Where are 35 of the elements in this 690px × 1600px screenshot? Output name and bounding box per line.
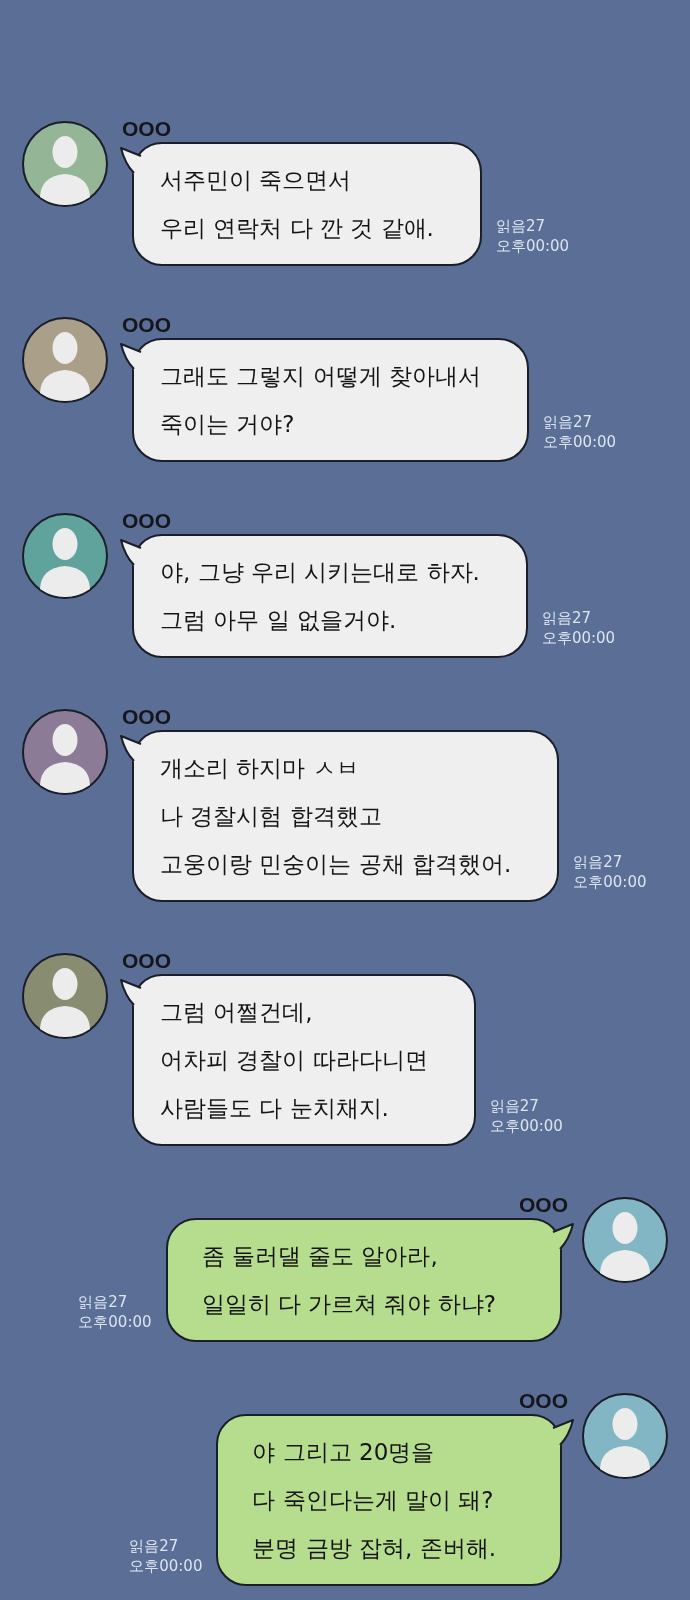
sender-name: OOO — [122, 950, 171, 972]
read-count: 읽음27 — [542, 412, 594, 432]
read-count: 읽음27 — [541, 608, 592, 628]
sender-name: OOO — [122, 314, 171, 336]
sender-name: OOO — [519, 1194, 568, 1216]
message-bubble: 서주민이 죽으면서 우리 연락처 다 깐 것 같애. — [132, 142, 482, 266]
message-bubble: 야, 그냥 우리 시키는대로 하자. 그럼 아무 일 없을거야. — [132, 534, 528, 658]
sender-name: OOO — [122, 510, 171, 532]
message-bubble: 좀 둘러댈 줄도 알아라, 일일히 다 가르쳐 줘야 하냐? — [165, 1218, 562, 1342]
message-bubble: 개소리 하지마 ㅅㅂ 나 경찰시험 합격했고 고웅이랑 민숭이는 공채 합격했어. — [132, 730, 560, 902]
bubble-tail-icon — [119, 733, 145, 763]
read-count: 읽음27 — [129, 1536, 180, 1556]
sender-name: OOO — [122, 706, 171, 728]
read-count: 읽음27 — [573, 852, 624, 872]
message-time: 오후00:00 — [78, 1312, 152, 1332]
message-time: 오후00:00 — [489, 1116, 563, 1136]
message-bubble: 그래도 그렇지 어떻게 찾아내서 죽이는 거야? — [132, 338, 529, 462]
read-count: 읽음27 — [495, 216, 546, 236]
message-bubble: 야 그리고 20명을 다 죽인다는게 말이 돼? 분명 금방 잡혀, 존버해. — [216, 1414, 562, 1586]
message-bubble: 그럼 어쩔건데, 어차피 경찰이 따라다니면 사람들도 다 눈치채지. — [132, 974, 476, 1146]
bubble-tail-icon — [549, 1417, 575, 1447]
message-time: 오후00:00 — [541, 628, 616, 648]
read-count: 읽음27 — [78, 1292, 129, 1312]
message-time: 오후00:00 — [542, 432, 617, 452]
message-time: 오후00:00 — [129, 1556, 203, 1576]
sender-name: OOO — [122, 118, 171, 140]
bubble-tail-icon — [119, 341, 145, 371]
bubble-tail-icon — [119, 977, 145, 1007]
read-count: 읽음27 — [489, 1096, 540, 1116]
sender-name: OOO — [519, 1390, 568, 1412]
bubble-tail-icon — [549, 1221, 575, 1251]
bubble-tail-icon — [119, 145, 145, 175]
message-time: 오후00:00 — [495, 236, 570, 256]
message-time: 오후00:00 — [573, 872, 647, 892]
bubble-tail-icon — [119, 537, 145, 567]
